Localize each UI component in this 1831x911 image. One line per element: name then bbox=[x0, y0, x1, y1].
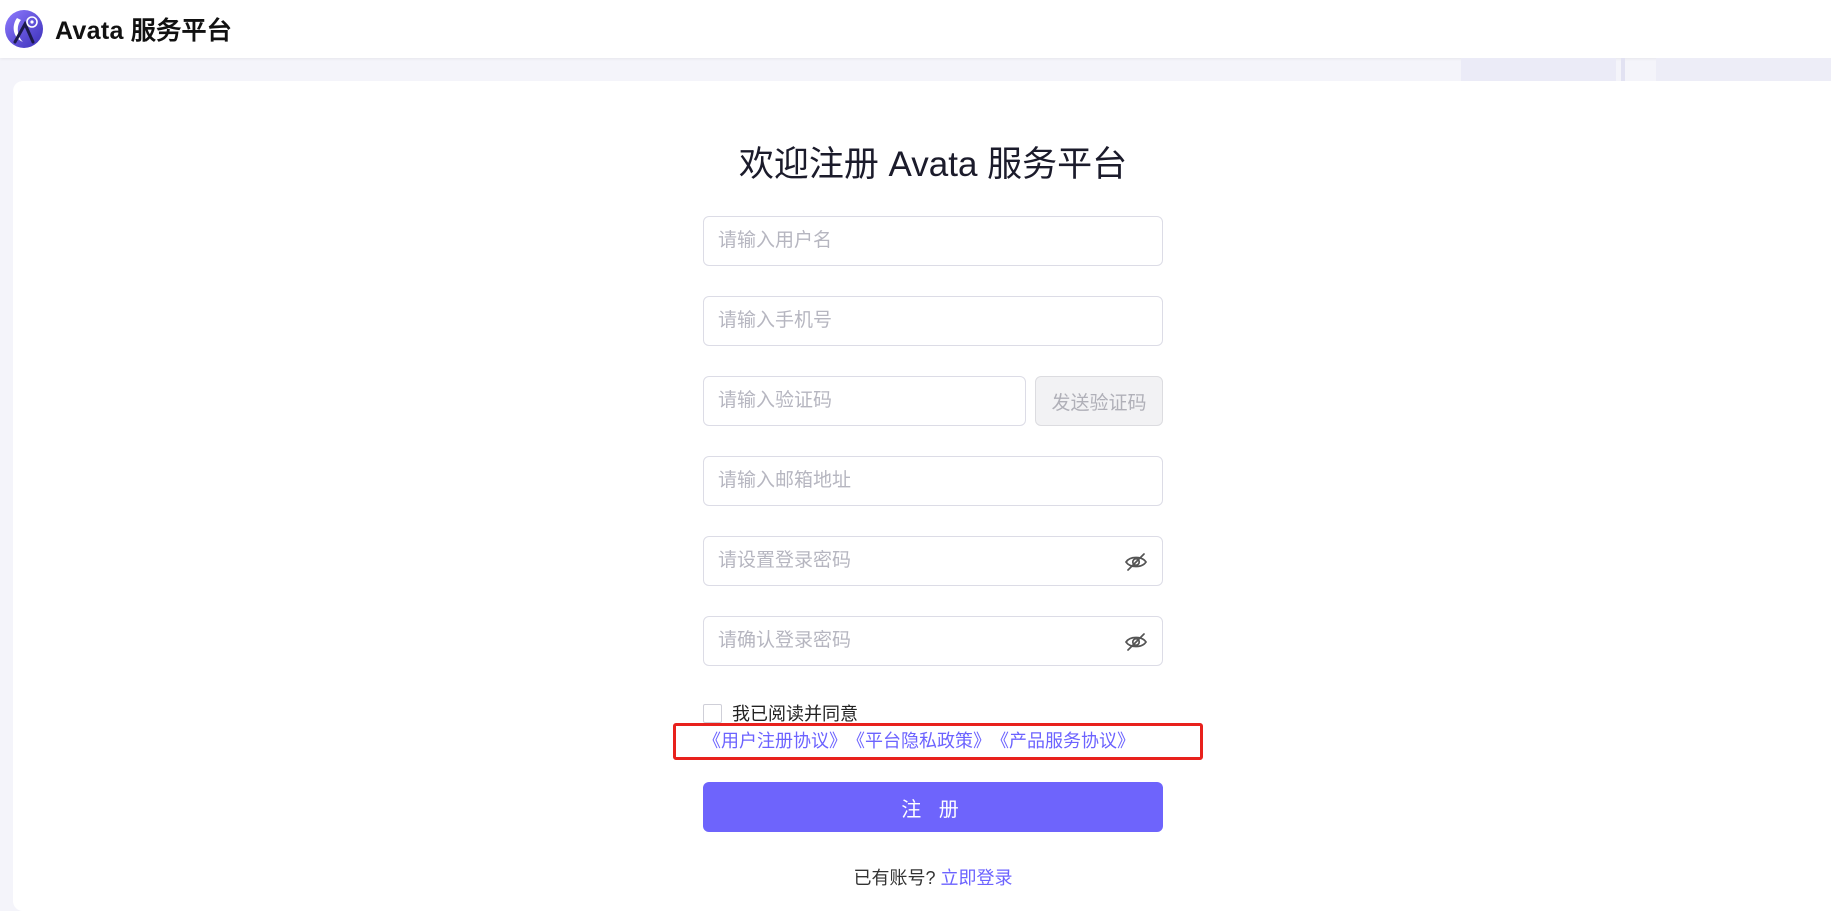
phone-input[interactable] bbox=[718, 297, 1162, 345]
password-input[interactable] bbox=[718, 537, 1162, 585]
eye-hidden-icon[interactable] bbox=[1124, 630, 1148, 654]
agreement-row: 我已阅读并同意 bbox=[703, 700, 858, 726]
login-prompt: 已有账号? 立即登录 bbox=[703, 864, 1163, 890]
user-agreement-link[interactable]: 《用户注册协议》 bbox=[703, 727, 847, 753]
register-button[interactable]: 注 册 bbox=[703, 782, 1163, 832]
send-code-button[interactable]: 发送验证码 bbox=[1035, 376, 1163, 426]
eye-hidden-icon[interactable] bbox=[1124, 550, 1148, 574]
password-field[interactable] bbox=[703, 536, 1163, 586]
username-field[interactable] bbox=[703, 216, 1163, 266]
agreement-links: 《用户注册协议》 《平台隐私政策》 《产品服务协议》 bbox=[703, 727, 1135, 753]
service-agreement-link[interactable]: 《产品服务协议》 bbox=[991, 727, 1135, 753]
brand-name: Avata 服务平台 bbox=[55, 17, 233, 45]
confirm-password-field[interactable] bbox=[703, 616, 1163, 666]
privacy-policy-link[interactable]: 《平台隐私政策》 bbox=[847, 727, 991, 753]
email-input[interactable] bbox=[718, 457, 1162, 505]
have-account-text: 已有账号? bbox=[853, 868, 936, 888]
email-field[interactable] bbox=[703, 456, 1163, 506]
agree-checkbox[interactable] bbox=[703, 703, 722, 723]
avata-logo-icon[interactable] bbox=[3, 8, 45, 50]
agree-label: 我已阅读并同意 bbox=[732, 704, 858, 724]
phone-field[interactable] bbox=[703, 296, 1163, 346]
username-input[interactable] bbox=[718, 217, 1162, 265]
login-link[interactable]: 立即登录 bbox=[941, 868, 1013, 888]
confirm-password-input[interactable] bbox=[718, 617, 1162, 665]
top-bar: Avata 服务平台 bbox=[0, 0, 1831, 58]
page-title: 欢迎注册 Avata 服务平台 bbox=[738, 145, 1128, 184]
verification-code-input[interactable] bbox=[718, 377, 1025, 425]
header-decoration bbox=[1431, 58, 1831, 82]
verification-code-field[interactable] bbox=[703, 376, 1026, 426]
